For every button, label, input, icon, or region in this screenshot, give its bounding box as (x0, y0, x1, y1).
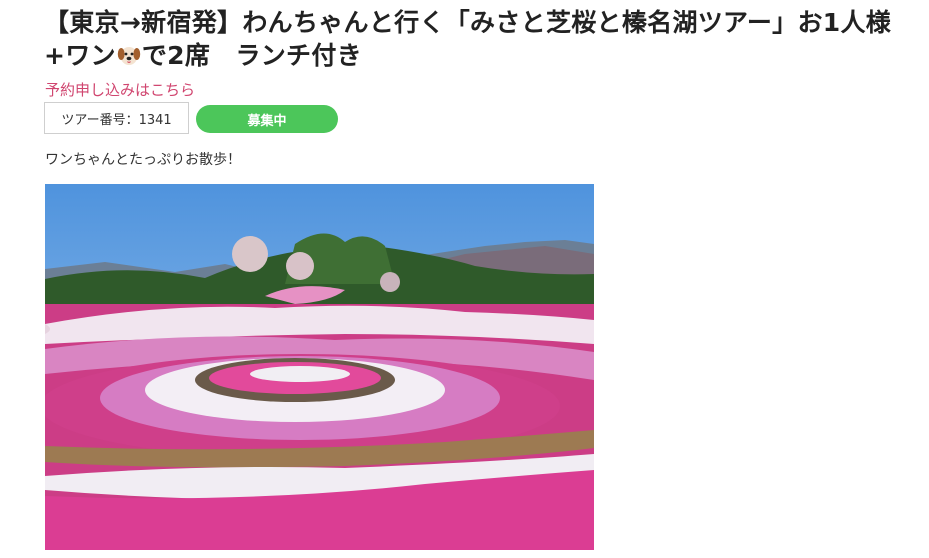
tour-number-box: ツアー番号：1341 (44, 102, 189, 134)
dog-face-icon (117, 47, 141, 65)
tour-description: ワンちゃんとたっぷりお散歩！ (45, 152, 241, 168)
moss-phlox-photo (45, 184, 594, 550)
tour-number: ツアー番号：1341 (61, 112, 172, 128)
status-badge-label: 募集中 (247, 113, 287, 129)
tour-title: 【東京→新宿発】わんちゃんと行く「みさと芝桜と榛名湖ツアー」お1人様+ワン で2… (44, 6, 914, 72)
tour-title-text-part2: で2席 ランチ付き (141, 41, 362, 70)
status-badge: 募集中 (196, 105, 338, 133)
reserve-link[interactable]: 予約申し込みはこちら (45, 79, 195, 100)
